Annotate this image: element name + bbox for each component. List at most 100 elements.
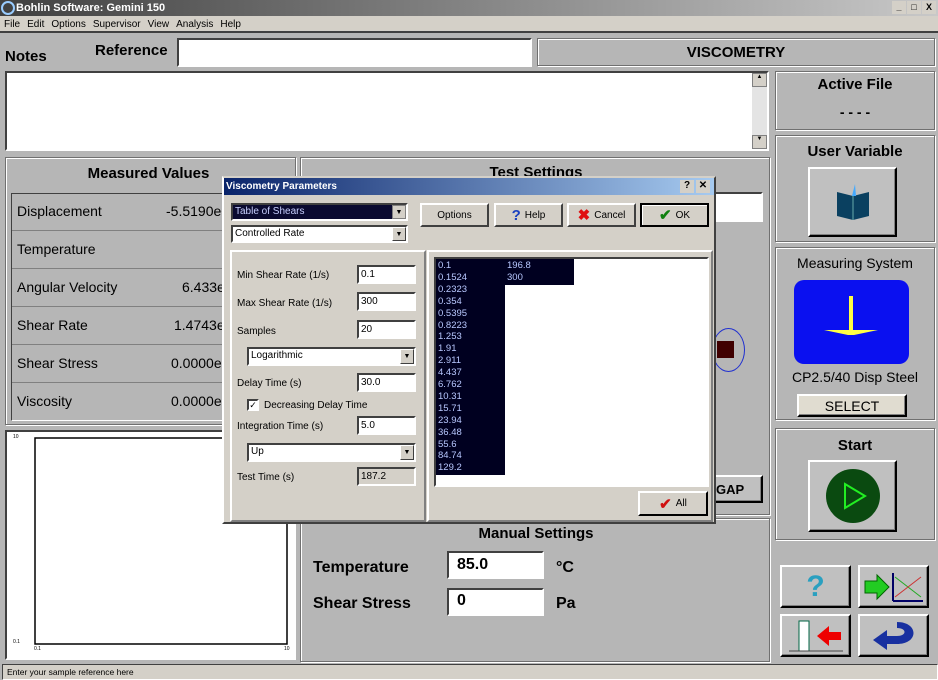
integration-time-label: Integration Time (s) — [237, 421, 324, 432]
viscometry-parameters-dialog: Viscometry Parameters ? ✕ Table of Shear… — [222, 176, 716, 524]
menu-analysis[interactable]: Analysis — [176, 19, 213, 30]
min-shear-rate-label: Min Shear Rate (1/s) — [237, 270, 330, 281]
spacing-select[interactable]: Logarithmic ▼ — [247, 347, 416, 366]
control-mode-select[interactable]: Controlled Rate ▼ — [231, 225, 408, 243]
max-shear-rate-label: Max Shear Rate (1/s) — [237, 298, 333, 309]
notes-label: Notes — [5, 48, 47, 65]
row-label: Displacement — [17, 203, 102, 219]
scroll-up-icon[interactable]: ▲ — [752, 73, 767, 87]
stop-indicator[interactable] — [712, 328, 745, 372]
menu-view[interactable]: View — [148, 19, 170, 30]
shears-list[interactable]: 0.1 0.1524 0.2323 0.354 0.5395 0.8223 1.253 1.9… — [434, 257, 709, 487]
row-label: Viscosity — [17, 393, 72, 409]
row-label: Shear Rate — [17, 317, 88, 333]
shear-rate-item[interactable]: 10.31 — [438, 391, 462, 403]
reference-input[interactable] — [177, 38, 532, 67]
shear-rate-item[interactable]: 84.74 — [438, 450, 462, 462]
ok-check-icon: ✔ — [658, 207, 672, 224]
maximize-button[interactable]: □ — [907, 1, 921, 14]
help-dialog-button[interactable]: ? Help — [494, 203, 563, 227]
select-all-button[interactable]: ✔ All — [638, 491, 708, 516]
chevron-down-icon[interactable]: ▼ — [392, 205, 406, 219]
all-label: All — [675, 498, 687, 509]
shear-rate-item[interactable]: 1.253 — [438, 331, 462, 343]
dialog-close-icon[interactable]: ✕ — [696, 180, 710, 193]
shear-rate-item[interactable]: 36.48 — [438, 427, 462, 439]
window-controls: _ □ X — [892, 1, 936, 14]
ok-button[interactable]: ✔ OK — [640, 203, 709, 227]
measuring-system-label: Measuring System — [797, 255, 913, 271]
integration-time-input[interactable]: 5.0 — [357, 416, 416, 435]
direction-select[interactable]: Up ▼ — [247, 443, 416, 462]
shear-rate-item[interactable]: 0.354 — [438, 296, 462, 308]
shear-rate-item[interactable]: 4.437 — [438, 367, 462, 379]
options-button[interactable]: Options — [420, 203, 489, 227]
shear-rate-item[interactable]: 55.6 — [438, 439, 457, 451]
minimize-button[interactable]: _ — [892, 1, 906, 14]
menu-bar: File Edit Options Supervisor View Analysis Hel… — [0, 16, 938, 33]
temperature-input[interactable]: 85.0 — [447, 551, 544, 579]
x-tick-left: 0.1 — [34, 646, 41, 652]
help-button[interactable]: ? — [780, 565, 851, 608]
back-button[interactable] — [858, 614, 929, 657]
shear-rate-item[interactable]: 129.2 — [438, 462, 462, 474]
decreasing-delay-checkbox[interactable]: ✓ — [247, 399, 259, 411]
notes-scrollbar[interactable]: ▲ ▼ — [752, 73, 767, 149]
shears-column-2: 196.8 300 — [505, 259, 574, 285]
cancel-button[interactable]: ✖ Cancel — [567, 203, 636, 227]
menu-help[interactable]: Help — [220, 19, 241, 30]
shear-rate-item[interactable]: 0.5395 — [438, 308, 467, 320]
return-arrow-icon — [872, 621, 913, 650]
menu-supervisor[interactable]: Supervisor — [93, 19, 141, 30]
chevron-down-icon[interactable]: ▼ — [392, 227, 406, 241]
shear-rate-item[interactable]: 0.1 — [438, 260, 451, 272]
exit-button[interactable] — [780, 614, 851, 657]
table-type-select[interactable]: Table of Shears — [231, 203, 408, 221]
shears-column-1: 0.1 0.1524 0.2323 0.354 0.5395 0.8223 1.253 1.9… — [436, 259, 505, 476]
cancel-x-icon: ✖ — [577, 207, 591, 224]
shear-rate-item[interactable]: 0.1524 — [438, 272, 467, 284]
delay-time-input[interactable]: 30.0 — [357, 373, 416, 392]
delay-time-label: Delay Time (s) — [237, 378, 302, 389]
dialog-help-icon[interactable]: ? — [680, 180, 694, 193]
active-file-value: - - - - — [839, 104, 871, 120]
shear-rate-item[interactable]: 6.762 — [438, 379, 462, 391]
mode-title: VISCOMETRY — [537, 38, 935, 66]
user-variable-button[interactable] — [808, 167, 897, 237]
start-button[interactable] — [808, 460, 897, 532]
select-button[interactable]: SELECT — [797, 394, 907, 417]
max-shear-rate-input[interactable]: 300 — [357, 292, 416, 311]
notes-textarea[interactable]: ▲ ▼ — [5, 71, 769, 151]
question-icon: ? — [806, 569, 825, 603]
app-icon — [1, 1, 15, 15]
scroll-down-icon[interactable]: ▼ — [752, 135, 767, 149]
shear-rate-item[interactable]: 1.91 — [438, 343, 457, 355]
shear-rate-item[interactable]: 196.8 — [507, 260, 531, 272]
test-time-label: Test Time (s) — [237, 472, 295, 483]
samples-input[interactable]: 20 — [357, 320, 416, 339]
shear-rate-item[interactable]: 300 — [507, 272, 523, 284]
shear-rate-item[interactable]: 15.71 — [438, 403, 462, 415]
cone-plate-icon — [824, 296, 878, 335]
graph-import-button[interactable] — [858, 565, 929, 608]
min-shear-rate-input[interactable]: 0.1 — [357, 265, 416, 284]
shear-stress-input[interactable]: 0 — [447, 588, 544, 616]
close-button[interactable]: X — [922, 1, 936, 14]
ok-label: OK — [675, 209, 691, 221]
x-tick-right: 10 — [284, 646, 290, 652]
menu-options[interactable]: Options — [51, 19, 85, 30]
shear-rate-item[interactable]: 0.2323 — [438, 284, 467, 296]
menu-edit[interactable]: Edit — [27, 19, 44, 30]
shear-rate-item[interactable]: 2.911 — [438, 355, 461, 367]
measuring-system-image — [794, 280, 909, 364]
chevron-down-icon[interactable]: ▼ — [400, 349, 414, 364]
manual-settings-title: Manual Settings — [478, 525, 594, 542]
measuring-system-name: CP2.5/40 Disp Steel — [791, 369, 919, 385]
chevron-down-icon[interactable]: ▼ — [400, 445, 414, 460]
shear-rate-item[interactable]: 0.8223 — [438, 320, 467, 332]
shear-rate-item[interactable]: 23.94 — [438, 415, 462, 427]
dialog-title-bar: Viscometry Parameters ? ✕ — [224, 178, 714, 195]
book-icon — [836, 184, 869, 220]
menu-file[interactable]: File — [4, 19, 20, 30]
reference-label: Reference — [95, 42, 168, 59]
